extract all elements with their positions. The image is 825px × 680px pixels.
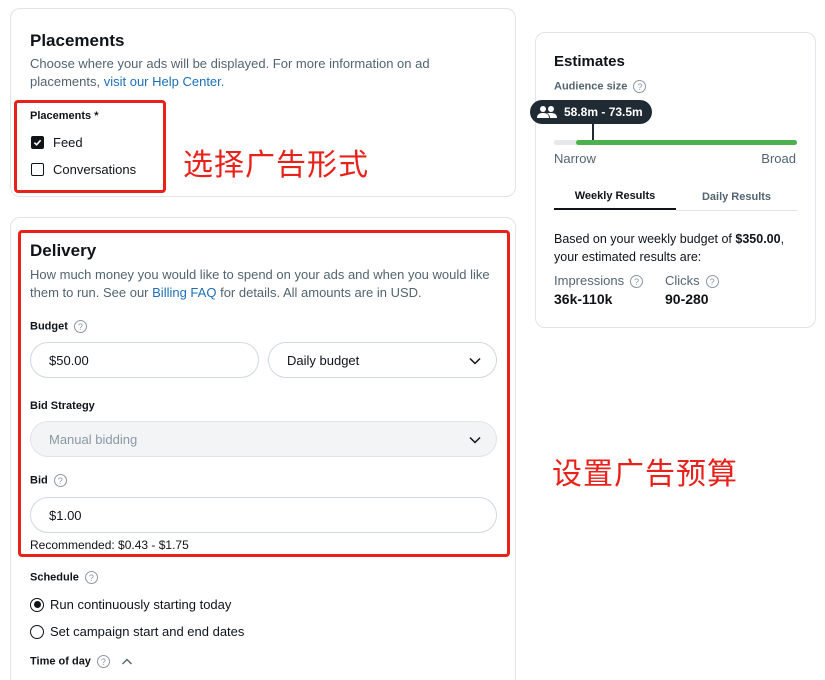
clicks-value: 90-280 <box>665 291 709 307</box>
schedule-label-text: Schedule <box>30 571 79 584</box>
time-of-day-text: Time of day <box>30 655 91 668</box>
help-icon[interactable]: ? <box>84 571 98 584</box>
placements-highlight-box <box>14 100 166 193</box>
impressions-value: 36k-110k <box>554 291 613 307</box>
narrow-label: Narrow <box>554 151 596 166</box>
chevron-up-icon[interactable] <box>121 656 133 668</box>
schedule-option-dates[interactable]: Set campaign start and end dates <box>30 624 244 639</box>
broad-label: Broad <box>761 151 796 166</box>
delivery-highlight-box <box>18 230 510 557</box>
budget-annotation: 设置广告预算 <box>552 457 738 492</box>
placements-description: Choose where your ads will be displayed.… <box>30 55 490 91</box>
placement-annotation: 选择广告形式 <box>183 148 369 183</box>
estimates-card: Estimates Audience size? 58.8m - 73.5m N… <box>530 32 816 328</box>
help-center-link[interactable]: visit our Help Center <box>104 74 221 89</box>
audience-range-value: 58.8m - 73.5m <box>564 105 643 119</box>
tab-daily-results[interactable]: Daily Results <box>676 191 797 211</box>
continuous-label: Run continuously starting today <box>50 597 232 612</box>
summary-budget: $350.00 <box>735 232 781 246</box>
impressions-label-text: Impressions <box>554 273 625 288</box>
people-icon <box>537 106 557 118</box>
audience-size-label: Audience size? <box>554 80 647 93</box>
placements-description-text: Choose where your ads will be displayed.… <box>30 56 430 89</box>
audience-size-text: Audience size <box>554 80 628 93</box>
clicks-label-text: Clicks <box>665 273 700 288</box>
time-of-day-label: Time of day? <box>30 655 133 668</box>
placements-title: Placements <box>30 31 125 50</box>
placements-description-end: . <box>220 74 225 89</box>
schedule-label: Schedule? <box>30 571 98 584</box>
dates-radio[interactable] <box>30 624 44 639</box>
help-icon[interactable]: ? <box>96 655 110 668</box>
clicks-label: Clicks? <box>665 273 719 289</box>
schedule-option-continuous[interactable]: Run continuously starting today <box>30 597 231 612</box>
audience-range-tooltip: 58.8m - 73.5m <box>530 100 652 124</box>
estimates-title: Estimates <box>554 53 625 70</box>
audience-range-bar <box>576 140 797 145</box>
help-icon[interactable]: ? <box>630 275 644 289</box>
continuous-radio[interactable] <box>30 597 44 612</box>
help-icon[interactable]: ? <box>705 275 719 289</box>
impressions-label: Impressions? <box>554 273 644 289</box>
estimates-summary: Based on your weekly budget of $350.00, … <box>554 230 802 266</box>
help-icon[interactable]: ? <box>633 80 647 93</box>
summary-text: Based on your weekly budget of <box>554 232 732 246</box>
dates-label: Set campaign start and end dates <box>50 624 245 639</box>
tab-weekly-results[interactable]: Weekly Results <box>554 190 676 210</box>
